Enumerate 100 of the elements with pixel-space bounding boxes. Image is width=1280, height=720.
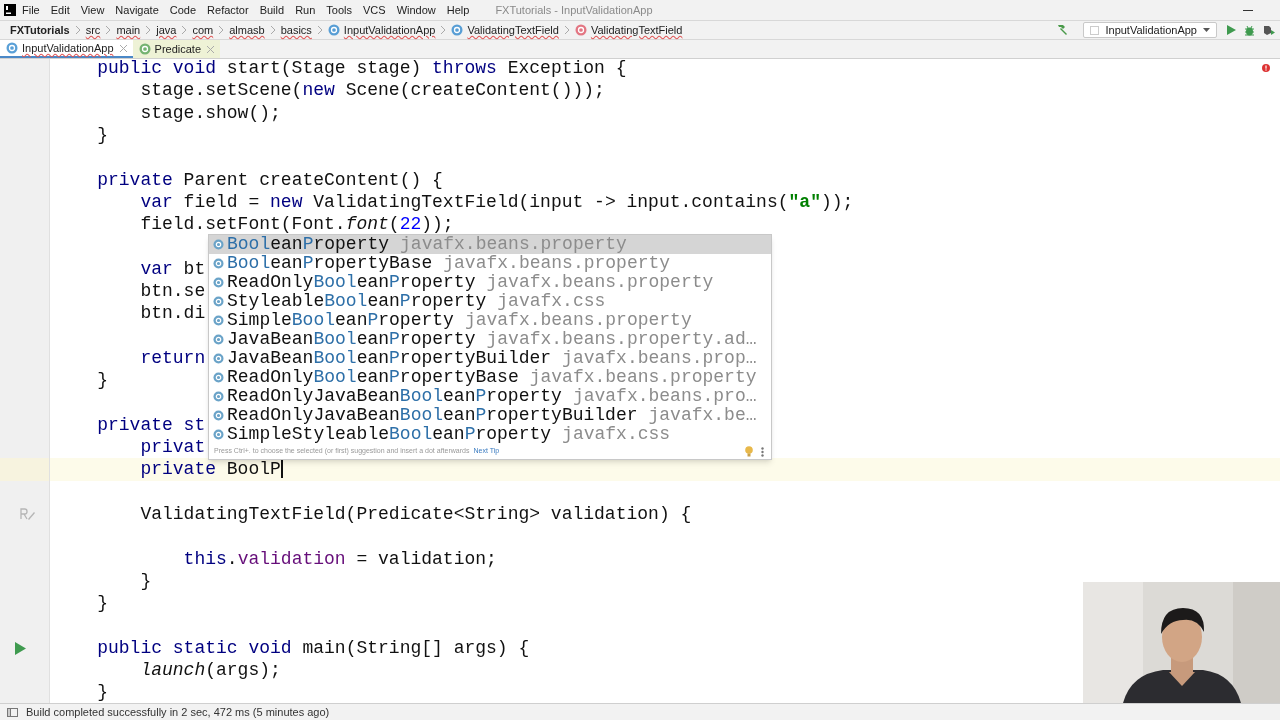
breadcrumb[interactable]: InputValidationApp bbox=[343, 21, 436, 39]
pencil-icon bbox=[19, 507, 35, 521]
breadcrumb[interactable]: src bbox=[85, 21, 101, 39]
text-cursor bbox=[280, 460, 283, 479]
menu-item[interactable]: Code bbox=[169, 1, 197, 19]
app-logo-icon bbox=[4, 4, 16, 16]
class-icon bbox=[213, 372, 224, 383]
chevron-icon bbox=[316, 25, 323, 35]
debug-icon[interactable] bbox=[1244, 24, 1255, 36]
class-icon bbox=[213, 353, 224, 364]
menu-item[interactable]: Help bbox=[446, 1, 470, 19]
suggestion-item[interactable]: StyleableBooleanProperty javafx.css bbox=[209, 292, 771, 311]
window-title: FXTutorials - InputValidationApp bbox=[495, 2, 653, 18]
run-icon[interactable] bbox=[15, 641, 26, 655]
code-line: launch(args); bbox=[140, 661, 281, 680]
run-icon[interactable] bbox=[1227, 25, 1236, 35]
code-line: var field = new ValidatingTextField(input -> input.contains("a")); bbox=[140, 192, 854, 211]
code-line: public static void main(String[] args) { bbox=[97, 638, 530, 657]
suggestion-item[interactable]: ReadOnlyBooleanPropertyBase javafx.beans.property bbox=[209, 368, 771, 387]
method-icon bbox=[574, 24, 587, 36]
breadcrumb[interactable]: java bbox=[156, 21, 177, 39]
breadcrumb[interactable]: main bbox=[116, 21, 141, 39]
more-icon[interactable] bbox=[761, 446, 764, 457]
panel-toggle-icon[interactable] bbox=[7, 707, 18, 717]
coverage-icon[interactable] bbox=[1263, 24, 1275, 36]
code-line: } bbox=[97, 683, 108, 702]
class-icon bbox=[213, 315, 224, 326]
class-icon bbox=[213, 239, 224, 250]
class-icon bbox=[213, 429, 224, 440]
suggestion-item[interactable]: SimpleStyleableBooleanProperty javafx.css bbox=[209, 425, 771, 444]
class-icon bbox=[213, 410, 224, 421]
interface-icon bbox=[138, 43, 151, 55]
code-line: privat bbox=[140, 438, 206, 457]
chevron-icon bbox=[563, 25, 570, 35]
chevron-icon bbox=[218, 25, 225, 35]
code-line: public void start(Stage stage) throws Exception { bbox=[97, 59, 627, 77]
menu-item[interactable]: Build bbox=[259, 1, 285, 19]
chevron-icon bbox=[181, 25, 188, 35]
editor-tab[interactable]: InputValidationApp bbox=[0, 40, 133, 58]
code-line: private st bbox=[97, 415, 206, 434]
code-line: } bbox=[97, 125, 108, 144]
breadcrumb[interactable]: ValidatingTextField bbox=[467, 21, 559, 39]
breadcrumb[interactable]: almasb bbox=[229, 21, 265, 39]
class-icon bbox=[213, 258, 224, 269]
run-config-dropdown[interactable]: InputValidationApp bbox=[1083, 22, 1217, 38]
menu-item[interactable]: Tools bbox=[326, 1, 352, 19]
close-icon[interactable] bbox=[119, 44, 127, 52]
code-line: field.setFont(Font.font(22)); bbox=[140, 215, 454, 234]
code-line: private BoolP bbox=[140, 460, 281, 479]
close-icon[interactable] bbox=[207, 45, 215, 53]
class-icon bbox=[213, 391, 224, 402]
code-line: } bbox=[97, 594, 108, 613]
chevron-icon bbox=[269, 25, 276, 35]
class-icon bbox=[327, 24, 340, 36]
config-icon bbox=[1090, 25, 1100, 35]
suggestion-item[interactable]: BooleanProperty javafx.beans.property bbox=[209, 235, 771, 254]
code-line: btn.di bbox=[140, 304, 206, 323]
suggestion-item[interactable]: SimpleBooleanProperty javafx.beans.property bbox=[209, 311, 771, 330]
editor-tab[interactable]: Predicate bbox=[132, 40, 221, 58]
class-icon bbox=[213, 334, 224, 345]
lightbulb-icon bbox=[745, 446, 753, 457]
class-icon bbox=[451, 24, 464, 36]
code-line: stage.setScene(new Scene(createContent())); bbox=[140, 81, 605, 100]
chevron-icon bbox=[145, 25, 152, 35]
menu-item[interactable]: Edit bbox=[50, 1, 70, 19]
breadcrumb[interactable]: ValidatingTextField bbox=[590, 21, 683, 39]
suggestion-item[interactable]: ReadOnlyBooleanProperty javafx.beans.property bbox=[209, 273, 771, 292]
menu-item[interactable]: Run bbox=[295, 1, 316, 19]
menu-item[interactable]: View bbox=[80, 1, 105, 19]
suggestion-item[interactable]: ReadOnlyJavaBeanBooleanProperty javafx.beans.pro… bbox=[209, 387, 771, 406]
error-icon[interactable] bbox=[1262, 64, 1270, 72]
caret-icon bbox=[1203, 28, 1210, 32]
hammer-icon[interactable] bbox=[1056, 24, 1069, 36]
class-icon bbox=[6, 42, 18, 54]
suggestion-item[interactable]: JavaBeanBooleanPropertyBuilder javafx.beans.prop… bbox=[209, 349, 771, 368]
code-line: btn.se bbox=[140, 282, 206, 300]
breadcrumb[interactable]: com bbox=[192, 21, 214, 39]
suggestion-item[interactable]: JavaBeanBooleanProperty javafx.beans.property.ad… bbox=[209, 330, 771, 349]
code-line: } bbox=[140, 571, 152, 590]
menu-item[interactable]: Navigate bbox=[115, 1, 159, 19]
menu-item[interactable]: Window bbox=[396, 1, 436, 19]
code-line: this.validation = validation; bbox=[183, 549, 497, 568]
status-message: Build completed successfully in 2 sec, 472 ms (5 minutes ago) bbox=[26, 704, 330, 720]
code-line: private Parent createContent() { bbox=[97, 170, 443, 189]
chevron-icon bbox=[440, 25, 447, 35]
menu-item[interactable]: Refactor bbox=[207, 1, 249, 19]
suggestion-item[interactable]: ReadOnlyJavaBeanBooleanPropertyBuilder javafx.be… bbox=[209, 406, 771, 425]
chevron-icon bbox=[105, 25, 112, 35]
code-line: } bbox=[97, 371, 108, 390]
menu-item[interactable]: VCS bbox=[363, 1, 386, 19]
code-line: ValidatingTextField(Predicate<String> validation) { bbox=[140, 505, 692, 523]
class-icon bbox=[213, 277, 224, 288]
breadcrumb[interactable]: FXTutorials bbox=[10, 21, 70, 39]
suggestion-item[interactable]: BooleanPropertyBase javafx.beans.property bbox=[209, 254, 771, 273]
code-line: return bbox=[140, 348, 206, 367]
code-line: var bt bbox=[140, 259, 206, 278]
code-line: stage.show(); bbox=[140, 103, 281, 122]
breadcrumb[interactable]: basics bbox=[280, 21, 312, 39]
menu-item[interactable]: File bbox=[22, 1, 40, 19]
class-icon bbox=[213, 296, 224, 307]
